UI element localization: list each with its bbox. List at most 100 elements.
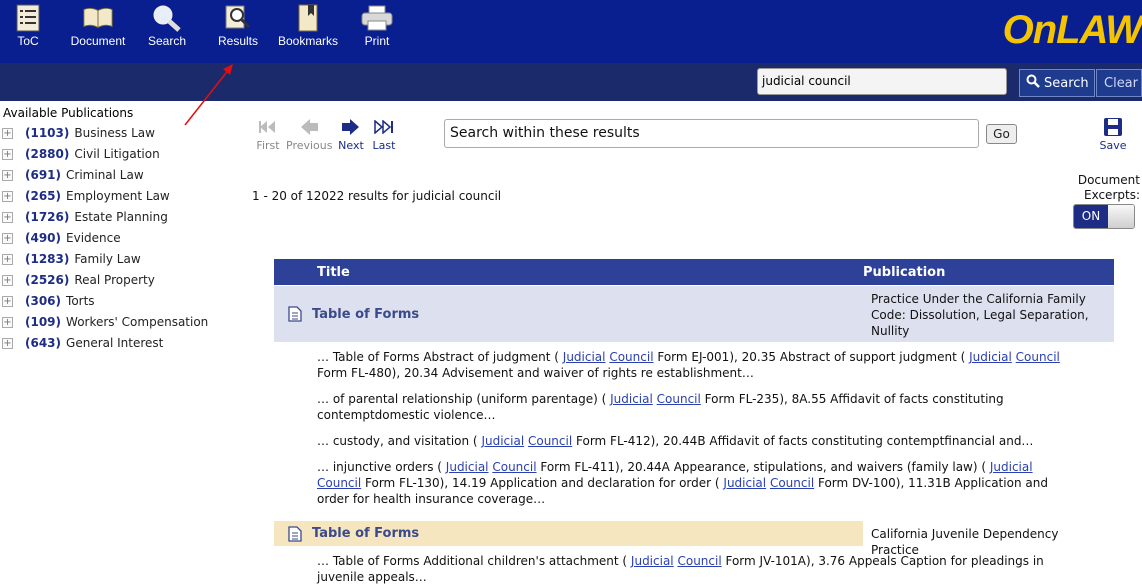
sidebar-item-label[interactable]: Evidence	[66, 231, 121, 245]
council-link[interactable]: Council	[677, 554, 721, 568]
clear-button[interactable]: Clear	[1096, 69, 1142, 97]
judicial-link[interactable]: Judicial	[990, 460, 1033, 474]
results-label: Results	[217, 34, 258, 48]
judicial-link[interactable]: Judicial	[723, 476, 766, 490]
sidebar-item[interactable]: + (2526) Real Property	[2, 270, 155, 290]
sidebar-item-label[interactable]: Employment Law	[66, 189, 170, 203]
toc-icon	[12, 4, 44, 32]
sidebar-item-count: (1726)	[25, 210, 70, 224]
search-button[interactable]: Search	[1019, 69, 1095, 97]
sidebar-item[interactable]: + (1283) Family Law	[2, 249, 141, 269]
last-page-icon	[370, 115, 398, 139]
sidebar-item-label[interactable]: Torts	[66, 294, 95, 308]
document-button[interactable]: Document	[66, 4, 130, 48]
sidebar-item-label[interactable]: Criminal Law	[66, 168, 144, 182]
judicial-link[interactable]: Judicial	[563, 350, 606, 364]
row-title-link[interactable]: Table of Forms	[312, 307, 419, 322]
judicial-link[interactable]: Judicial	[631, 554, 674, 568]
sidebar-item-count: (306)	[25, 294, 62, 308]
printer-icon	[361, 4, 393, 32]
judicial-link[interactable]: Judicial	[481, 434, 524, 448]
first-page-button[interactable]: First	[254, 115, 282, 152]
floppy-disk-icon	[1097, 115, 1129, 139]
expand-plus-icon[interactable]: +	[2, 274, 13, 286]
council-link[interactable]: Council	[1016, 350, 1060, 364]
sidebar-item[interactable]: + (109) Workers' Compensation	[2, 312, 208, 332]
sidebar-item-count: (265)	[25, 189, 62, 203]
expand-plus-icon[interactable]: +	[2, 295, 13, 307]
search-input[interactable]: judicial council	[757, 68, 1007, 95]
table-row[interactable]: Table of Forms Practice Under the Califo…	[274, 286, 1114, 342]
col-title[interactable]: Title	[317, 265, 350, 280]
next-label: Next	[338, 139, 364, 152]
first-label: First	[256, 139, 280, 152]
sidebar-item[interactable]: + (265) Employment Law	[2, 186, 170, 206]
expand-plus-icon[interactable]: +	[2, 190, 13, 202]
row-publication: California Juvenile Dependency Practice	[863, 521, 1114, 557]
document-excerpts-label: Document Excerpts:	[1068, 173, 1140, 203]
print-button[interactable]: Print	[358, 4, 396, 48]
sidebar-item[interactable]: + (691) Criminal Law	[2, 165, 144, 185]
expand-plus-icon[interactable]: +	[2, 127, 13, 139]
sidebar-item-label[interactable]: Workers' Compensation	[66, 315, 208, 329]
previous-page-button[interactable]: Previous	[286, 115, 333, 152]
table-row[interactable]: Table of Forms California Juvenile Depen…	[274, 521, 1114, 557]
sidebar-item-count: (1283)	[25, 252, 70, 266]
council-link[interactable]: Council	[528, 434, 572, 448]
judicial-link[interactable]: Judicial	[610, 392, 653, 406]
print-label: Print	[364, 34, 390, 48]
magnifier-icon	[151, 4, 183, 32]
sidebar-item[interactable]: + (1103) Business Law	[2, 123, 155, 143]
sidebar-item-label[interactable]: Business Law	[74, 126, 155, 140]
judicial-link[interactable]: Judicial	[446, 460, 489, 474]
last-page-button[interactable]: Last	[370, 115, 398, 152]
search-tool-button[interactable]: Search	[144, 4, 190, 48]
save-button[interactable]: Save	[1097, 115, 1129, 152]
council-link[interactable]: Council	[609, 350, 653, 364]
document-icon	[288, 306, 302, 322]
excerpts-label-line2: Excerpts:	[1083, 188, 1140, 202]
council-link[interactable]: Council	[317, 476, 361, 490]
row-title-link[interactable]: Table of Forms	[312, 526, 419, 541]
document-label: Document	[70, 34, 126, 48]
bookmarks-button[interactable]: Bookmarks	[275, 4, 341, 48]
sidebar-item[interactable]: + (643) General Interest	[2, 333, 163, 353]
expand-plus-icon[interactable]: +	[2, 232, 13, 244]
council-link[interactable]: Council	[492, 460, 536, 474]
results-count: 1 - 20 of 12022 results for judicial cou…	[252, 189, 502, 203]
search-within-input[interactable]: Search within these results	[444, 119, 979, 148]
sidebar-item-label[interactable]: Real Property	[74, 273, 154, 287]
sidebar-item[interactable]: + (2880) Civil Litigation	[2, 144, 160, 164]
council-link[interactable]: Council	[657, 392, 701, 406]
toc-button[interactable]: ToC	[10, 4, 46, 48]
next-page-button[interactable]: Next	[337, 115, 365, 152]
expand-plus-icon[interactable]: +	[2, 211, 13, 223]
expand-plus-icon[interactable]: +	[2, 169, 13, 181]
sidebar-item[interactable]: + (306) Torts	[2, 291, 95, 311]
expand-plus-icon[interactable]: +	[2, 316, 13, 328]
sidebar-item-label[interactable]: General Interest	[66, 336, 163, 350]
sidebar-item-label[interactable]: Civil Litigation	[74, 147, 159, 161]
excerpt-5: … Table of Forms Additional children's a…	[317, 554, 1044, 584]
annotation-arrow-icon	[184, 64, 233, 126]
results-icon	[222, 4, 254, 32]
expand-plus-icon[interactable]: +	[2, 148, 13, 160]
sidebar-item-label[interactable]: Estate Planning	[74, 210, 168, 224]
search-button-label: Search	[1044, 75, 1089, 91]
council-link[interactable]: Council	[770, 476, 814, 490]
search-icon	[1026, 74, 1040, 92]
excerpt-3: … custody, and visitation ( Judicial Cou…	[317, 434, 1034, 448]
sidebar-item-count: (490)	[25, 231, 62, 245]
sidebar-item-label[interactable]: Family Law	[74, 252, 140, 266]
results-button[interactable]: Results	[214, 4, 262, 48]
sidebar-item[interactable]: + (490) Evidence	[2, 228, 121, 248]
available-publications-heading: Available Publications	[3, 106, 134, 120]
excerpts-toggle[interactable]: ON	[1073, 204, 1135, 229]
expand-plus-icon[interactable]: +	[2, 253, 13, 265]
go-button[interactable]: Go	[986, 124, 1017, 144]
col-publication[interactable]: Publication	[863, 265, 945, 280]
sidebar-item[interactable]: + (1726) Estate Planning	[2, 207, 168, 227]
sidebar-item-count: (691)	[25, 168, 62, 182]
judicial-link[interactable]: Judicial	[969, 350, 1012, 364]
expand-plus-icon[interactable]: +	[2, 337, 13, 349]
